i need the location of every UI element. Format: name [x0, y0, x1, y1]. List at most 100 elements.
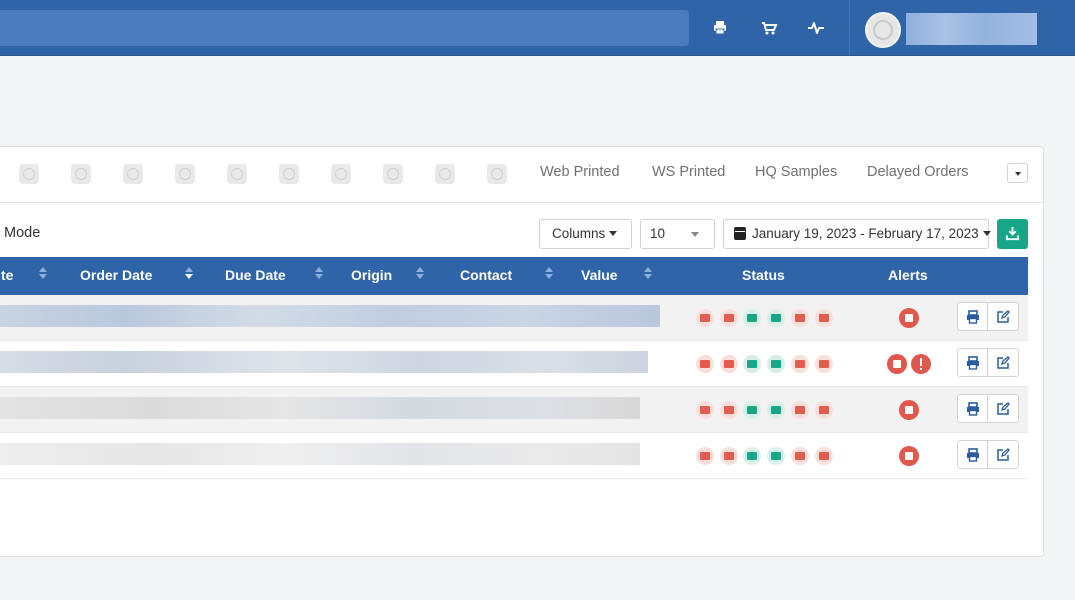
top-navbar	[0, 0, 1075, 56]
tab-user-avatar[interactable]	[71, 164, 91, 184]
edit-row-button[interactable]	[988, 302, 1019, 331]
sort-icon[interactable]	[39, 267, 47, 281]
tabs-bar: Web Printed WS Printed HQ Samples Delaye…	[0, 147, 1043, 203]
tab-user-avatar[interactable]	[19, 164, 39, 184]
mode-toggle-label[interactable]: Mode	[4, 225, 40, 241]
warehouse-icon	[743, 401, 761, 419]
chevron-down-icon	[609, 231, 618, 236]
warehouse-icon	[743, 355, 761, 373]
download-icon	[1005, 226, 1020, 241]
tab-delayed-orders[interactable]: Delayed Orders	[867, 164, 969, 180]
money-icon	[720, 401, 738, 419]
sort-icon[interactable]	[545, 267, 553, 281]
tab-user-avatar[interactable]	[435, 164, 455, 184]
card-icon	[696, 309, 714, 327]
tab-web-printed[interactable]: Web Printed	[540, 164, 620, 180]
sort-desc-icon[interactable]	[185, 267, 193, 281]
edit-row-button[interactable]	[988, 394, 1019, 423]
edit-row-button[interactable]	[988, 348, 1019, 377]
redacted-row-data	[0, 397, 640, 419]
truck-icon	[815, 447, 833, 465]
user-name-redacted[interactable]	[906, 13, 1037, 45]
redacted-row-data	[0, 305, 660, 327]
export-download-button[interactable]	[997, 219, 1028, 249]
card-icon	[696, 355, 714, 373]
print-icon	[967, 448, 979, 462]
printer-icon	[767, 447, 785, 465]
tab-user-avatar[interactable]	[331, 164, 351, 184]
printer-icon	[767, 355, 785, 373]
tab-user-avatar[interactable]	[227, 164, 247, 184]
print-row-button[interactable]	[957, 440, 988, 469]
columns-button[interactable]: Columns	[539, 219, 632, 249]
table-row[interactable]	[0, 341, 1028, 387]
printer-icon	[767, 401, 785, 419]
table-row[interactable]	[0, 295, 1028, 341]
warehouse-icon	[743, 447, 761, 465]
sort-icon[interactable]	[416, 267, 424, 281]
tab-hq-samples[interactable]: HQ Samples	[755, 164, 837, 180]
print-row-button[interactable]	[957, 302, 988, 331]
table-row[interactable]	[0, 433, 1028, 479]
stop-icon	[887, 354, 907, 374]
column-header-contact[interactable]: Contact	[460, 267, 512, 283]
column-header-status: Status	[742, 267, 785, 283]
columns-button-label: Columns	[552, 226, 606, 241]
tab-user-avatar[interactable]	[487, 164, 507, 184]
stop-icon	[899, 308, 919, 328]
activity-icon[interactable]	[804, 16, 828, 40]
box-icon	[791, 447, 809, 465]
edit-icon	[997, 356, 1010, 369]
table-row[interactable]	[0, 387, 1028, 433]
sort-icon[interactable]	[315, 267, 323, 281]
sort-icon[interactable]	[644, 267, 652, 281]
print-icon	[967, 402, 979, 416]
tab-user-avatar[interactable]	[279, 164, 299, 184]
warehouse-icon	[743, 309, 761, 327]
redacted-row-data	[0, 443, 640, 465]
user-avatar[interactable]	[865, 12, 901, 48]
stop-icon	[899, 446, 919, 466]
tab-user-avatar[interactable]	[123, 164, 143, 184]
column-header-origin[interactable]: Origin	[351, 267, 392, 283]
search-input[interactable]	[0, 10, 689, 46]
cart-icon[interactable]	[757, 16, 781, 40]
card-icon	[696, 401, 714, 419]
box-icon	[791, 355, 809, 373]
box-icon	[791, 401, 809, 419]
print-row-button[interactable]	[957, 348, 988, 377]
tab-user-avatar[interactable]	[383, 164, 403, 184]
printer-icon	[767, 309, 785, 327]
orders-card: Web Printed WS Printed HQ Samples Delaye…	[0, 146, 1044, 557]
navbar-divider	[849, 0, 850, 56]
edit-row-button[interactable]	[988, 440, 1019, 469]
tab-user-avatar[interactable]	[175, 164, 195, 184]
print-row-button[interactable]	[957, 394, 988, 423]
truck-icon	[815, 355, 833, 373]
edit-icon	[997, 402, 1010, 415]
date-range-picker[interactable]: January 19, 2023 - February 17, 2023	[723, 219, 991, 249]
redacted-row-data	[0, 351, 648, 373]
date-range-value: January 19, 2023 - February 17, 2023	[752, 226, 979, 241]
column-header-partial[interactable]: te	[1, 267, 13, 283]
page-size-value: 10	[650, 226, 666, 241]
chevron-down-icon	[691, 232, 699, 237]
print-icon[interactable]	[708, 16, 732, 40]
edit-icon	[997, 448, 1010, 461]
money-icon	[720, 309, 738, 327]
calendar-icon	[734, 227, 746, 240]
tabs-more-dropdown[interactable]	[1007, 163, 1028, 183]
exclamation-icon	[911, 354, 931, 374]
print-icon	[967, 310, 979, 324]
truck-icon	[815, 401, 833, 419]
page-size-select[interactable]: 10	[640, 219, 715, 249]
column-header-value[interactable]: Value	[581, 267, 618, 283]
tab-ws-printed[interactable]: WS Printed	[652, 164, 725, 180]
column-header-alerts: Alerts	[888, 267, 928, 283]
card-icon	[696, 447, 714, 465]
column-header-due-date[interactable]: Due Date	[225, 267, 286, 283]
money-icon	[720, 355, 738, 373]
column-header-order-date[interactable]: Order Date	[80, 267, 152, 283]
edit-icon	[997, 310, 1010, 323]
table-header: te Order Date Due Date Origin Contact Va…	[0, 257, 1028, 295]
